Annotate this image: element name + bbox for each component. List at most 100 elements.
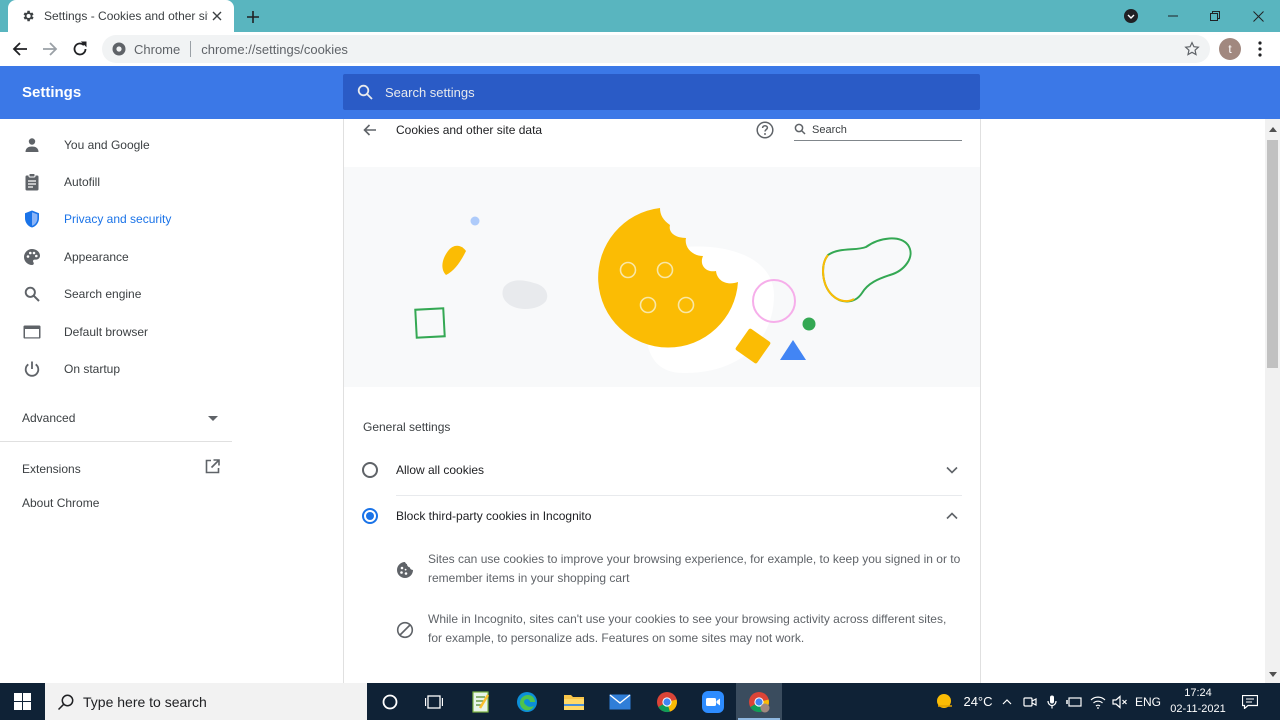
chrome-site-icon bbox=[112, 42, 126, 56]
subpage-search[interactable] bbox=[794, 119, 962, 141]
sidebar-item-label: Privacy and security bbox=[64, 212, 172, 226]
sidebar-item-label: Default browser bbox=[64, 325, 149, 339]
sidebar-item-label: Autofill bbox=[64, 175, 101, 189]
omnibox[interactable]: Chrome chrome://settings/cookies bbox=[102, 35, 1210, 63]
cortana-icon[interactable] bbox=[367, 683, 413, 720]
person-icon bbox=[22, 135, 42, 155]
clock-date: 02-11-2021 bbox=[1170, 703, 1226, 715]
language-indicator[interactable]: ENG bbox=[1134, 683, 1162, 720]
option-block-third-party-incognito[interactable]: Block third-party cookies in Incognito bbox=[344, 493, 980, 539]
close-tab-icon[interactable] bbox=[208, 7, 226, 25]
page-title: Cookies and other site data bbox=[396, 123, 543, 137]
detail-text: While in Incognito, sites can't use your… bbox=[428, 612, 947, 645]
sidebar-item-default-browser[interactable]: Default browser bbox=[0, 314, 232, 350]
chevron-up-icon[interactable] bbox=[998, 683, 1016, 720]
help-icon[interactable] bbox=[755, 120, 775, 140]
reload-icon[interactable] bbox=[68, 37, 92, 61]
detail-cookies-usage: Sites can use cookies to improve your br… bbox=[396, 550, 962, 588]
notepad-app-icon[interactable] bbox=[458, 683, 504, 720]
new-tab-button[interactable] bbox=[242, 6, 264, 28]
sidebar-item-privacy-and-security[interactable]: Privacy and security bbox=[0, 201, 232, 237]
caret-down-icon bbox=[208, 409, 218, 427]
notification-icon[interactable] bbox=[1236, 683, 1264, 720]
chrome-profile-taskbar-icon[interactable] bbox=[736, 683, 782, 720]
meet-now-icon[interactable] bbox=[1020, 683, 1040, 720]
chrome-taskbar-icon[interactable] bbox=[644, 683, 690, 720]
edge-browser-icon[interactable] bbox=[504, 683, 550, 720]
tab-title: Settings - Cookies and other site data bbox=[44, 9, 208, 23]
close-window-icon[interactable] bbox=[1246, 4, 1270, 28]
shield-icon bbox=[22, 209, 42, 229]
taskbar-clock[interactable]: 17:24 02-11-2021 bbox=[1166, 685, 1230, 718]
advanced-toggle[interactable]: Advanced bbox=[22, 408, 218, 428]
search-icon bbox=[22, 284, 42, 304]
sidebar-item-on-startup[interactable]: On startup bbox=[0, 351, 232, 387]
tab-settings[interactable]: Settings - Cookies and other site data bbox=[8, 0, 234, 32]
radio-allow-all-cookies[interactable] bbox=[362, 462, 378, 478]
task-view-icon[interactable] bbox=[411, 683, 457, 720]
settings-sidebar: You and Google Autofill Privacy and secu… bbox=[0, 119, 232, 683]
windows-taskbar: Type here to search 24°C ENG 17:24 02-11… bbox=[0, 683, 1280, 720]
clipboard-icon bbox=[22, 172, 42, 192]
bookmark-star-icon[interactable] bbox=[1184, 41, 1200, 57]
sidebar-item-search-engine[interactable]: Search engine bbox=[0, 276, 232, 312]
about-chrome-link[interactable]: About Chrome bbox=[22, 496, 99, 510]
scroll-up-arrow-icon[interactable] bbox=[1268, 125, 1277, 134]
sidebar-item-label: Search engine bbox=[64, 287, 142, 301]
option-allow-all-cookies[interactable]: Allow all cookies bbox=[344, 447, 980, 493]
sidebar-item-label: On startup bbox=[64, 362, 121, 376]
microphone-icon[interactable] bbox=[1042, 683, 1062, 720]
back-arrow-icon[interactable] bbox=[8, 37, 32, 61]
url-text[interactable]: chrome://settings/cookies bbox=[201, 42, 348, 57]
weather-widget[interactable]: 24°C bbox=[924, 683, 1004, 720]
subpage-search-input[interactable] bbox=[812, 123, 952, 136]
sidebar-item-autofill[interactable]: Autofill bbox=[0, 164, 232, 200]
block-icon bbox=[396, 620, 414, 640]
cookies-illustration bbox=[344, 167, 980, 387]
search-icon bbox=[357, 84, 373, 100]
sidebar-item-label: You and Google bbox=[64, 138, 150, 152]
power-icon bbox=[22, 359, 42, 379]
advanced-label: Advanced bbox=[22, 411, 76, 425]
windows-logo-icon bbox=[14, 693, 31, 710]
settings-title: Settings bbox=[22, 84, 82, 101]
detail-incognito-blocking: While in Incognito, sites can't use your… bbox=[396, 610, 962, 648]
forward-arrow-icon[interactable] bbox=[38, 37, 62, 61]
browser-window-icon bbox=[22, 322, 42, 342]
detail-text: Sites can use cookies to improve your br… bbox=[428, 552, 961, 585]
omnibox-chip: Chrome bbox=[134, 41, 181, 57]
cookies-settings-card: Cookies and other site data General sett… bbox=[343, 119, 981, 683]
open-in-new-icon bbox=[205, 459, 220, 479]
volume-muted-icon[interactable] bbox=[1110, 683, 1130, 720]
zoom-app-icon[interactable] bbox=[690, 683, 736, 720]
omnibox-separator bbox=[190, 41, 192, 57]
chevron-up-icon[interactable] bbox=[942, 506, 962, 526]
minimize-icon[interactable] bbox=[1161, 4, 1185, 28]
search-icon bbox=[794, 123, 808, 137]
battery-icon[interactable] bbox=[1064, 683, 1084, 720]
mail-app-icon[interactable] bbox=[597, 683, 643, 720]
taskbar-search[interactable]: Type here to search bbox=[45, 683, 367, 720]
sidebar-item-you-and-google[interactable]: You and Google bbox=[0, 127, 232, 163]
wifi-icon[interactable] bbox=[1088, 683, 1108, 720]
weather-sun-icon bbox=[937, 693, 953, 708]
cookie-icon bbox=[396, 560, 414, 580]
taskbar-search-placeholder: Type here to search bbox=[83, 693, 207, 710]
start-button[interactable] bbox=[0, 683, 45, 720]
sidebar-item-appearance[interactable]: Appearance bbox=[0, 239, 232, 275]
back-arrow-icon[interactable] bbox=[360, 121, 380, 139]
restore-icon[interactable] bbox=[1203, 4, 1227, 28]
chevron-down-icon[interactable] bbox=[942, 460, 962, 480]
more-menu-icon[interactable] bbox=[1250, 38, 1270, 60]
palette-icon bbox=[22, 247, 42, 267]
search-settings-box[interactable] bbox=[343, 74, 980, 110]
file-explorer-icon[interactable] bbox=[551, 683, 597, 720]
scroll-down-arrow-icon[interactable] bbox=[1268, 670, 1277, 679]
search-settings-input[interactable] bbox=[385, 84, 945, 100]
scroll-thumb[interactable] bbox=[1267, 140, 1278, 368]
extensions-link[interactable]: Extensions bbox=[22, 459, 220, 479]
profile-avatar[interactable]: t bbox=[1219, 38, 1241, 60]
tab-search-icon[interactable] bbox=[1119, 4, 1143, 28]
radio-block-third-party-incognito[interactable] bbox=[362, 508, 378, 524]
page-scrollbar[interactable] bbox=[1265, 119, 1280, 683]
